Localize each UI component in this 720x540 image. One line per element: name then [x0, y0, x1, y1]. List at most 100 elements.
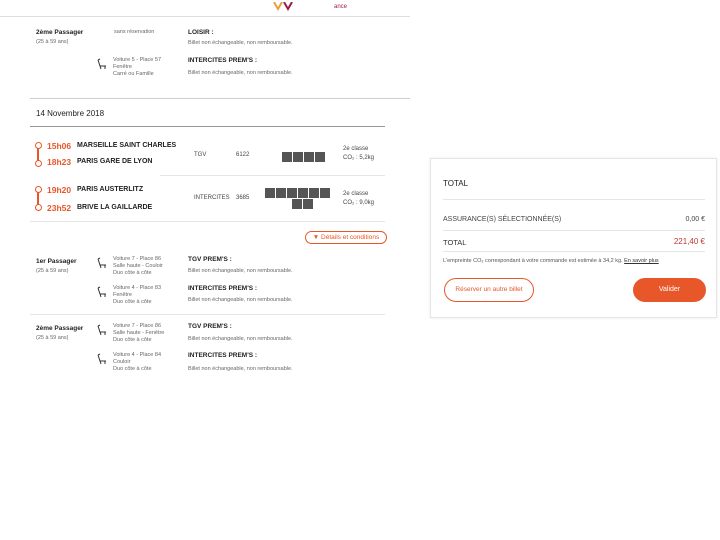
travel-class: 2e classe [343, 146, 369, 152]
passenger-label: 2ème Passager [36, 325, 84, 332]
wifi-icon [282, 152, 292, 162]
divider [30, 314, 385, 315]
wheelchair-icon [265, 188, 275, 198]
fare-title: TGV PREM'S : [188, 256, 232, 263]
fare-conditions: Billet non échangeable, non remboursable… [188, 336, 293, 342]
info-icon [303, 199, 313, 209]
arrival-station: BRIVE LA GAILLARDE [77, 204, 153, 211]
co2-estimate: L'empreinte CO₂ correspondant à votre co… [443, 258, 705, 264]
co2-emission: CO₂ : 9,0kg [343, 200, 375, 206]
arrival-station: PARIS GARE DE LYON [77, 158, 153, 165]
seat-icon [97, 286, 106, 298]
passenger-age: (25 à 59 ans) [36, 335, 69, 341]
seat-line: Voiture 7 - Place 86 [113, 323, 162, 329]
seat-info: Voiture 7 - Place 86 Salle haute - Fenêt… [113, 323, 164, 344]
passenger-label: 2ème Passager [36, 29, 84, 36]
reservation-note: sans réservation [114, 29, 155, 35]
timeline-dot [35, 142, 42, 149]
total-label: TOTAL [443, 238, 467, 247]
fare-title: LOISIR : [188, 29, 214, 36]
seat-icon [97, 353, 106, 365]
seat-line: Voiture 4 - Place 83 [113, 285, 162, 291]
wifi-icon [292, 199, 302, 209]
seat-info: Voiture 4 - Place 84 Couloir Duo côte à … [113, 352, 161, 373]
details-conditions-link[interactable]: ▼ Détails et conditions [305, 231, 387, 244]
divider [443, 230, 705, 231]
fare-conditions: Billet non échangeable, non remboursable… [188, 297, 293, 303]
passenger-age: (25 à 59 ans) [36, 268, 69, 274]
fare-conditions: Billet non échangeable, non remboursable… [188, 70, 293, 76]
passenger-label: 1er Passager [36, 258, 77, 265]
co2-text: L'empreinte CO₂ correspondant à votre co… [443, 258, 623, 264]
departure-time: 19h20 [47, 185, 72, 195]
train-type: INTERCITES [194, 195, 230, 201]
bike-icon [276, 188, 286, 198]
timeline-dot [35, 186, 42, 193]
seat-icon [97, 58, 106, 70]
departure-time: 15h06 [47, 141, 72, 151]
divider [443, 199, 705, 200]
fare-title: TGV PREM'S : [188, 323, 232, 330]
service-icons [265, 188, 335, 210]
total-price: 221,40 € [673, 237, 705, 246]
seat-line: Salle haute - Fenêtre [113, 329, 165, 336]
seat-line: Voiture 4 - Place 84 [113, 352, 162, 358]
reserve-another-ticket-button[interactable]: Réserver un autre billet [444, 278, 534, 302]
seat-line: Duo côte à côte [113, 365, 152, 372]
seat-line: Voiture 5 - Place 57 [113, 57, 162, 63]
info-icon [315, 152, 325, 162]
divider [160, 175, 385, 176]
fare-conditions: Billet non échangeable, non remboursable… [188, 40, 293, 46]
seat-line: Salle haute - Couloir [113, 262, 163, 269]
arrival-time: 18h23 [47, 157, 72, 167]
service-icons [282, 149, 326, 167]
travel-class: 2e classe [343, 191, 369, 197]
timeline-dot [35, 204, 42, 211]
top-header-bar [0, 0, 410, 17]
seat-info: Voiture 4 - Place 83 Fenêtre Duo côte à … [113, 285, 161, 306]
fare-conditions: Billet non échangeable, non remboursable… [188, 366, 293, 372]
divider [30, 221, 385, 222]
train-type: TGV [194, 152, 207, 158]
chevron-down-icon: ▼ [312, 234, 322, 241]
timeline-dot [35, 160, 42, 167]
co2-emission: CO₂ : 5,2kg [343, 155, 375, 161]
train-number: 6122 [236, 152, 250, 158]
journey-date: 14 Novembre 2018 [36, 109, 105, 118]
seat-line: Duo côte à côte [113, 269, 152, 276]
seat-line: Fenêtre [113, 291, 132, 298]
seat-icon [97, 324, 106, 336]
divider [443, 251, 705, 252]
fare-title: INTERCITES PREM'S : [188, 57, 258, 64]
seat-line: Voiture 7 - Place 86 [113, 256, 162, 262]
luggage-icon [320, 188, 330, 198]
seat-info: Voiture 5 - Place 57 Fenêtre Carré ou Fa… [113, 57, 161, 78]
insurance-value: 0,00 € [685, 216, 705, 223]
bar-icon [293, 152, 303, 162]
details-link-label: Détails et conditions [321, 234, 380, 241]
plug-icon [298, 188, 308, 198]
learn-more-link[interactable]: En savoir plus [624, 258, 659, 264]
seat-line: Carré ou Famille [113, 70, 154, 77]
train-number: 3685 [236, 195, 250, 201]
seat-icon [97, 257, 106, 269]
seat-line: Couloir [113, 358, 131, 365]
seat-line: Duo côte à côte [113, 336, 152, 343]
passenger-age: (25 à 59 ans) [36, 39, 69, 45]
departure-station: PARIS AUSTERLITZ [77, 186, 144, 193]
total-panel: TOTAL ASSURANCE(S) SÉLECTIONNÉE(S) 0,00 … [430, 158, 717, 318]
brand-logo-icon [273, 2, 293, 12]
quiet-icon [309, 188, 319, 198]
fare-conditions: Billet non échangeable, non remboursable… [188, 268, 293, 274]
validate-button[interactable]: Valider [633, 278, 706, 302]
insurance-label: ASSURANCE(S) SÉLECTIONNÉE(S) [443, 216, 562, 223]
departure-station: MARSEILLE SAINT CHARLES [77, 142, 177, 149]
divider [30, 126, 385, 127]
arrival-time: 23h52 [47, 203, 72, 213]
seat-line: Duo côte à côte [113, 298, 152, 305]
fare-title: INTERCITES PREM'S : [188, 285, 258, 292]
brand-text: ance [334, 4, 348, 10]
seat-line: Fenêtre [113, 63, 132, 70]
panel-title: TOTAL [443, 179, 469, 188]
seat-info: Voiture 7 - Place 86 Salle haute - Coulo… [113, 256, 163, 277]
